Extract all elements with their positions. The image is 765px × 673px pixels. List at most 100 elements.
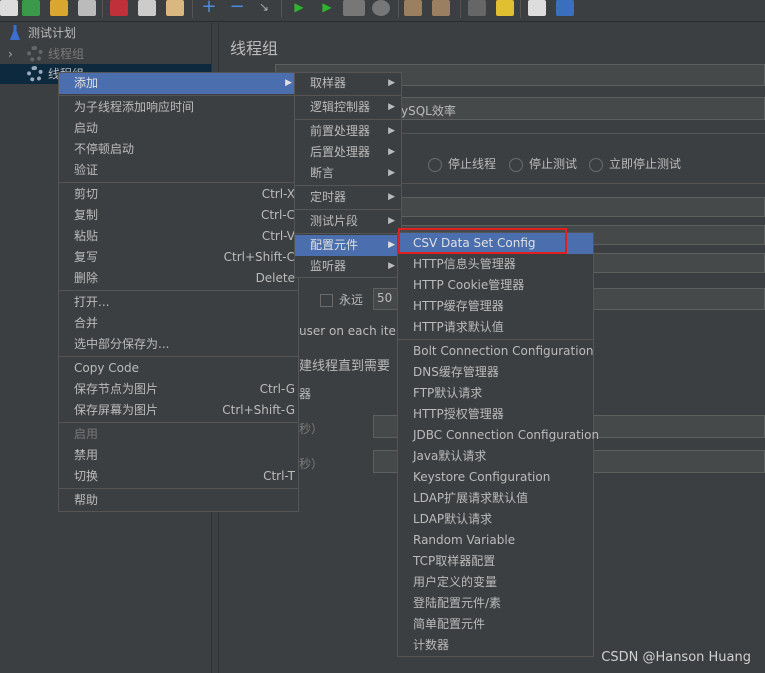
expand-icon[interactable]: + <box>200 0 218 16</box>
menu-item[interactable]: 登陆配置元件/素 <box>398 593 593 614</box>
menu-item[interactable]: Random Variable <box>398 530 593 551</box>
menu-item[interactable]: HTTP缓存管理器 <box>398 296 593 317</box>
menu-item-label: DNS缓存管理器 <box>413 365 499 379</box>
menu-item[interactable]: JDBC Connection Configuration <box>398 425 599 446</box>
paste-icon[interactable] <box>166 0 184 16</box>
new-icon[interactable] <box>0 0 18 16</box>
submenu-arrow-icon: ▶ <box>388 102 395 112</box>
menu-item[interactable]: 添加 ▶ <box>59 73 298 94</box>
submenu-arrow-icon: ▶ <box>388 192 395 202</box>
threads-field[interactable] <box>380 197 765 217</box>
menu-item[interactable]: LDAP默认请求 <box>398 509 593 530</box>
menu-item-label: Keystore Configuration <box>413 470 551 484</box>
chevron-right-icon[interactable]: › <box>8 44 13 64</box>
menu-item[interactable]: 用户定义的变量 <box>398 572 593 593</box>
menu-item-label: HTTP请求默认值 <box>413 320 504 334</box>
menu-item[interactable]: 打开... <box>59 292 298 313</box>
menu-item[interactable]: 保存节点为图片 Ctrl-G <box>59 379 298 400</box>
gear-icon <box>27 46 43 62</box>
menu-item-label: 逻辑控制器 <box>310 100 371 114</box>
tree-item-label: 线程组 <box>48 47 85 61</box>
menu-item[interactable]: 后置处理器 ▶ <box>295 142 401 163</box>
menu-item-label: 复制 <box>74 208 99 222</box>
clear-icon[interactable] <box>404 0 422 16</box>
annotation-highlight-box <box>398 228 567 254</box>
copy-icon[interactable] <box>138 0 156 16</box>
tree-item-test-plan[interactable]: 测试计划 <box>0 23 211 43</box>
menu-item-label: 剪切 <box>74 187 99 201</box>
clear-all-icon[interactable] <box>432 0 450 16</box>
menu-item[interactable]: Java默认请求 <box>398 446 593 467</box>
menu-item[interactable]: 计数器 <box>398 635 593 656</box>
menu-item-label: 计数器 <box>413 638 450 652</box>
menu-item[interactable]: 切换 Ctrl-T <box>59 466 298 487</box>
menu-item[interactable]: HTTP Cookie管理器 <box>398 275 593 296</box>
menu-item[interactable]: HTTP请求默认值 <box>398 317 593 338</box>
menu-item-label: 删除 <box>74 271 99 285</box>
menu-item[interactable]: 剪切 Ctrl-X <box>59 184 298 205</box>
menu-item-label: 前置处理器 <box>310 124 371 138</box>
search-icon[interactable] <box>468 0 486 16</box>
menu-item[interactable]: TCP取样器配置 <box>398 551 593 572</box>
menu-item[interactable]: HTTP授权管理器 <box>398 404 593 425</box>
shutdown-icon[interactable] <box>372 0 390 16</box>
menu-item[interactable]: 禁用 <box>59 445 298 466</box>
menu-item[interactable]: 逻辑控制器 ▶ <box>295 97 401 118</box>
menu-item-label: Bolt Connection Configuration <box>413 344 594 358</box>
menu-item[interactable]: 断言 ▶ <box>295 163 401 184</box>
menu-item[interactable]: Bolt Connection Configuration <box>398 341 594 362</box>
menu-item[interactable]: 测试片段 ▶ <box>295 211 401 232</box>
menu-item-label: 配置元件 <box>310 238 359 252</box>
menu-item[interactable]: 删除 Delete <box>59 268 298 289</box>
menu-item[interactable]: HTTP信息头管理器 <box>398 254 593 275</box>
menu-item[interactable]: 验证 <box>59 160 298 181</box>
menu-item[interactable]: 帮助 <box>59 490 298 511</box>
menu-item[interactable]: 复写 Ctrl+Shift-C <box>59 247 298 268</box>
menu-item[interactable]: 启用 <box>59 424 298 445</box>
menu-item[interactable]: 配置元件 ▶ <box>295 235 401 256</box>
loop-forever-checkbox[interactable]: 永远 <box>320 291 363 308</box>
menu-item[interactable]: 不停顿启动 <box>59 139 298 160</box>
menu-item[interactable]: Copy Code <box>59 358 298 379</box>
menu-item[interactable]: 定时器 ▶ <box>295 187 401 208</box>
menu-item[interactable]: 为子线程添加响应时间 <box>59 97 298 118</box>
save-icon[interactable] <box>78 0 96 16</box>
collapse-icon[interactable]: − <box>228 0 246 16</box>
menu-item[interactable]: 复制 Ctrl-C <box>59 205 298 226</box>
menu-item[interactable]: 前置处理器 ▶ <box>295 121 401 142</box>
menu-separator <box>59 182 298 183</box>
menu-item[interactable]: 选中部分保存为... <box>59 334 298 355</box>
stop-icon[interactable] <box>343 0 365 16</box>
menu-item-label: 取样器 <box>310 76 347 90</box>
menu-item[interactable]: 监听器 ▶ <box>295 256 401 277</box>
menu-item-shortcut: Ctrl-G <box>259 382 295 396</box>
menu-item[interactable]: LDAP扩展请求默认值 <box>398 488 593 509</box>
toggle-icon[interactable]: ↘ <box>255 0 273 16</box>
tree-item-thread-group-1[interactable]: › 线程组 <box>0 44 211 64</box>
menu-item[interactable]: Keystore Configuration <box>398 467 593 488</box>
menu-item[interactable]: 合并 <box>59 313 298 334</box>
radio-stop-test[interactable]: 停止测试 <box>509 155 577 172</box>
radio-stop-test-now[interactable]: 立即停止测试 <box>589 155 681 172</box>
menu-separator <box>59 422 298 423</box>
reset-search-icon[interactable] <box>496 0 514 16</box>
function-helper-icon[interactable] <box>528 0 546 16</box>
open-icon[interactable] <box>50 0 68 16</box>
menu-item[interactable]: FTP默认请求 <box>398 383 593 404</box>
menu-item[interactable]: 简单配置元件 <box>398 614 593 635</box>
menu-item[interactable]: DNS缓存管理器 <box>398 362 593 383</box>
menu-item[interactable]: 启动 <box>59 118 298 139</box>
cut-icon[interactable] <box>110 0 128 16</box>
help-icon[interactable] <box>556 0 574 16</box>
menu-separator <box>398 339 593 340</box>
start-no-pause-icon[interactable]: ▶ <box>318 0 336 16</box>
menu-item[interactable]: 保存屏幕为图片 Ctrl+Shift-G <box>59 400 298 421</box>
menu-item-label: 保存屏幕为图片 <box>74 403 159 417</box>
templates-icon[interactable] <box>22 0 40 16</box>
radio-stop-thread[interactable]: 停止线程 <box>428 155 496 172</box>
menu-item[interactable]: 取样器 ▶ <box>295 73 401 94</box>
menu-item[interactable]: 粘贴 Ctrl-V <box>59 226 298 247</box>
menu-item-shortcut: Delete <box>255 271 295 285</box>
submenu-arrow-icon: ▶ <box>285 78 292 88</box>
start-icon[interactable]: ▶ <box>290 0 308 16</box>
